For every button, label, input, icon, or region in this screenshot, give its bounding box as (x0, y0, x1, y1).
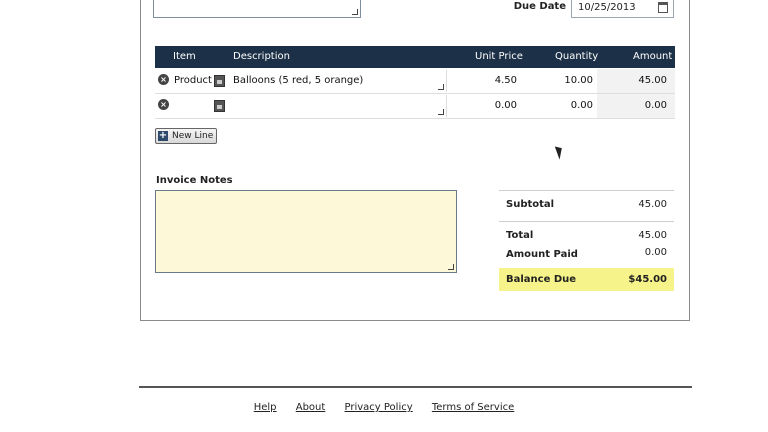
plus-icon: + (158, 130, 168, 141)
footer-links: Help About Privacy Policy Terms of Servi… (0, 402, 768, 416)
column-header-quantity: Quantity (555, 51, 599, 62)
amount-value: 45.00 (638, 75, 667, 86)
table-row: × Product Balloons (5 red, 5 orange) 4.5… (155, 69, 675, 94)
balance-due-label: Balance Due (506, 274, 577, 285)
amount-paid-value: 0.00 (644, 247, 667, 258)
footer-link-terms[interactable]: Terms of Service (432, 402, 514, 413)
unit-price-field[interactable]: 0.00 (475, 100, 517, 111)
invoice-notes-textarea[interactable] (155, 190, 457, 273)
delete-row-icon[interactable]: × (158, 99, 169, 110)
amount-value: 0.00 (644, 100, 667, 111)
line-items-header: Item Description Unit Price Quantity Amo… (155, 46, 675, 68)
total-label: Total (506, 230, 534, 241)
column-header-description: Description (233, 51, 290, 62)
table-row: × 0.00 0.00 0.00 (155, 94, 675, 119)
column-header-item: Item (173, 51, 196, 62)
footer-link-help[interactable]: Help (254, 402, 277, 413)
calendar-icon[interactable] (658, 2, 668, 13)
unit-price-field[interactable]: 4.50 (475, 75, 517, 86)
footer-divider (139, 386, 692, 388)
address-textarea[interactable] (153, 0, 361, 18)
resize-grip-icon[interactable] (438, 84, 444, 90)
item-type[interactable]: Product (174, 75, 212, 86)
balance-due-row: Balance Due $45.00 (499, 268, 674, 291)
resize-grip-icon[interactable] (448, 264, 454, 270)
due-date-input[interactable]: 10/25/2013 (571, 0, 674, 18)
resize-grip-icon[interactable] (438, 109, 444, 115)
delete-row-icon[interactable]: × (158, 74, 169, 85)
balance-due-value: $45.00 (628, 274, 667, 285)
image-icon[interactable] (214, 100, 225, 112)
amount-paid-label: Amount Paid (506, 249, 578, 260)
column-header-unit-price: Unit Price (475, 51, 523, 62)
quantity-field[interactable]: 0.00 (547, 100, 593, 111)
description-field[interactable]: Balloons (5 red, 5 orange) (230, 70, 447, 92)
quantity-field[interactable]: 10.00 (547, 75, 593, 86)
new-line-button[interactable]: + New Line (155, 128, 217, 144)
column-header-amount: Amount (633, 51, 673, 62)
description-field[interactable] (230, 95, 447, 117)
subtotal-value: 45.00 (638, 199, 667, 210)
due-date-label: Due Date (513, 1, 566, 12)
due-date-value: 10/25/2013 (578, 2, 636, 13)
invoice-notes-label: Invoice Notes (156, 175, 233, 186)
total-value: 45.00 (638, 230, 667, 241)
footer-link-privacy[interactable]: Privacy Policy (345, 402, 413, 413)
image-icon[interactable] (214, 75, 225, 87)
resize-grip-icon[interactable] (352, 9, 358, 15)
footer-link-about[interactable]: About (296, 402, 326, 413)
subtotal-label: Subtotal (506, 199, 555, 210)
